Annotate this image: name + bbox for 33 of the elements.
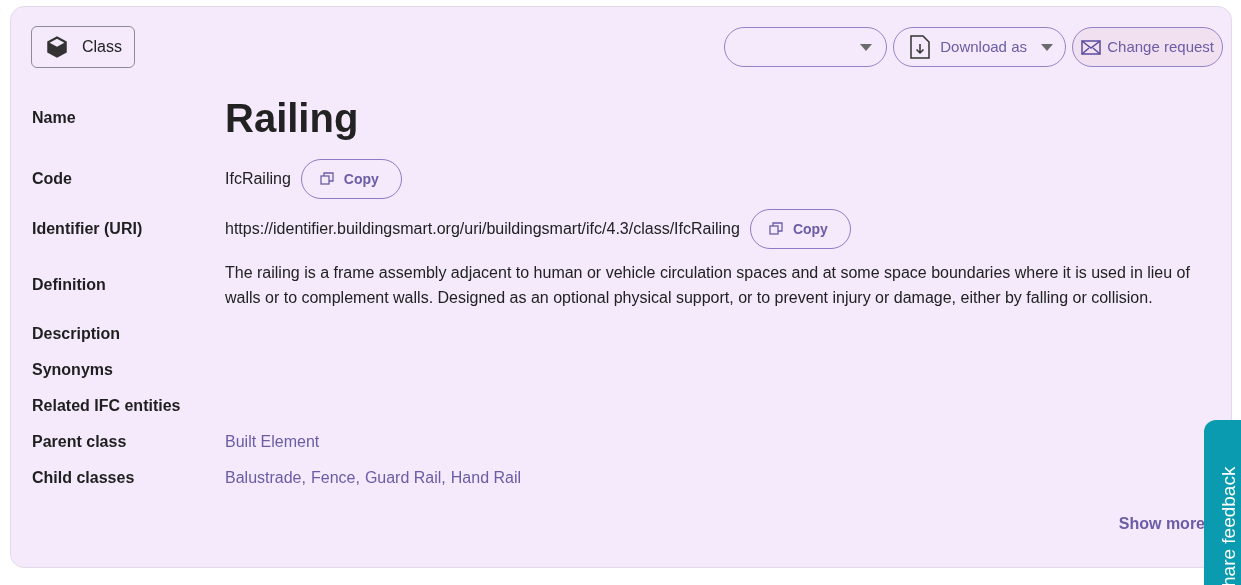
field-value: https://identifier.buildingsmart.org/uri/buildingsmart/ifc/4.3/class/IfcRailing xyxy=(225,219,740,239)
separator: , xyxy=(441,468,446,488)
class-name: Railing xyxy=(225,95,359,142)
field-label: Definition xyxy=(32,275,107,295)
field-label: Name xyxy=(32,108,77,128)
copy-icon xyxy=(319,172,334,186)
field-label: Related IFC entities xyxy=(32,396,182,416)
change-request-button[interactable]: Change request xyxy=(1072,27,1223,67)
feedback-label: hare feedback xyxy=(1217,465,1240,585)
class-link[interactable]: Guard Rail xyxy=(364,466,442,490)
class-link[interactable]: Balustrade xyxy=(225,466,302,490)
field-label: Synonyms xyxy=(32,360,114,380)
feedback-tab[interactable]: hare feedback xyxy=(1204,420,1241,585)
class-link[interactable]: Hand Rail xyxy=(450,466,522,490)
copy-icon xyxy=(768,222,783,236)
field-label: Description xyxy=(32,324,121,344)
field-label: Parent class xyxy=(32,432,128,452)
class-badge[interactable]: Class xyxy=(31,26,135,68)
cube-icon xyxy=(44,34,70,60)
file-download-icon xyxy=(910,35,931,59)
show-more-link[interactable]: Show more xyxy=(1118,512,1205,536)
separator: , xyxy=(301,468,306,488)
envelope-icon xyxy=(1081,39,1102,55)
field-label: Child classes xyxy=(32,468,136,488)
caret-icon xyxy=(1041,43,1054,51)
caret-icon xyxy=(860,43,873,51)
field-label: Identifier (URI) xyxy=(32,219,144,239)
class-link[interactable]: Built Element xyxy=(225,430,320,454)
separator: , xyxy=(355,468,360,488)
definition-text: The railing is a frame assembly adjacent to human or vehicle circulation spaces and at some space boundaries where it is used in lieu of walls or to complement walls. Designed as an optional physical support, or to prevent injury or damage, either by falling or collision. xyxy=(225,263,1191,308)
field-label: Code xyxy=(32,169,73,189)
class-link[interactable]: Fence xyxy=(310,466,356,490)
field-value: IfcRailing xyxy=(225,169,291,189)
